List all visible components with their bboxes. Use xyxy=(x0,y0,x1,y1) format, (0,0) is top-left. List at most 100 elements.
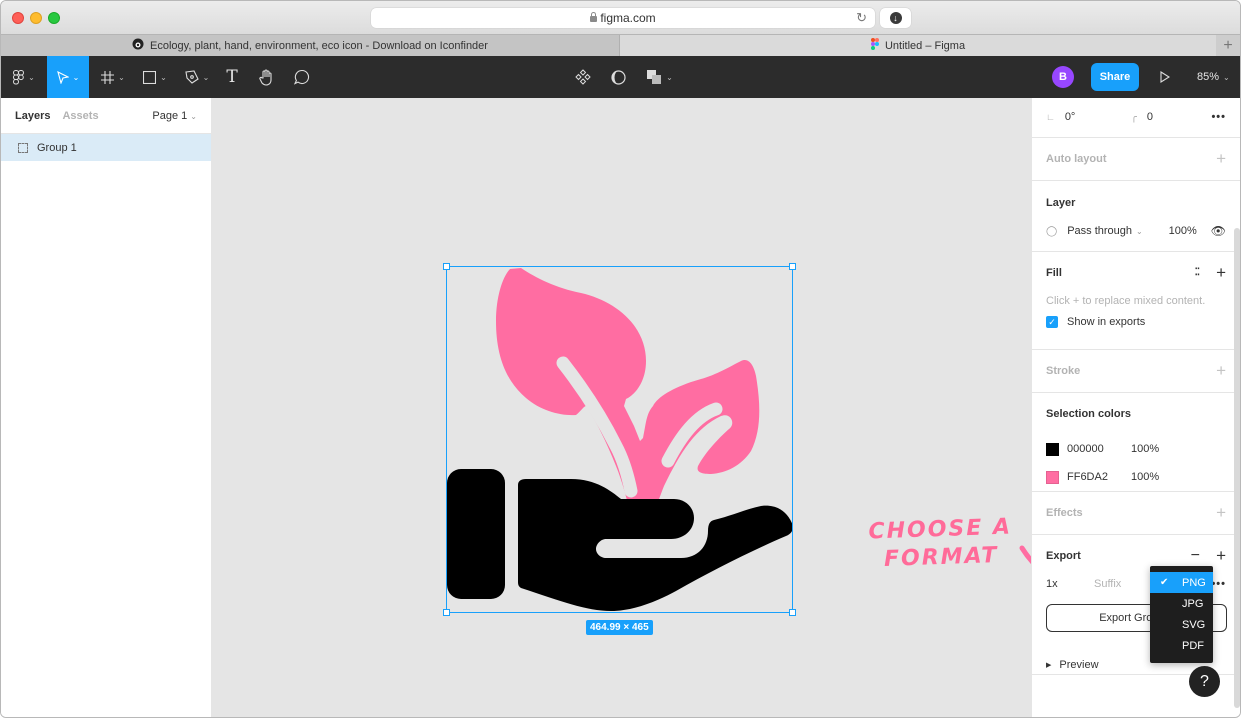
downloads-button[interactable]: ↓ xyxy=(880,8,911,28)
group-icon xyxy=(18,142,28,153)
format-option-svg[interactable]: SVG xyxy=(1150,614,1213,635)
chevron-down-icon: ⌄ xyxy=(72,72,80,82)
minimize-window-button[interactable] xyxy=(30,12,42,24)
add-stroke-icon[interactable]: + xyxy=(1216,361,1226,381)
resize-handle-top-right[interactable] xyxy=(789,263,796,270)
hand-tool-button[interactable] xyxy=(255,56,277,98)
create-component-button[interactable] xyxy=(573,56,593,98)
blend-mode-dropdown[interactable]: Pass through ⌄ xyxy=(1067,225,1143,237)
annotation-text: CHOOSE A FORMAT xyxy=(868,514,1013,575)
new-tab-button[interactable]: + xyxy=(1216,35,1240,56)
move-tool-button[interactable]: ⌄ xyxy=(47,56,89,98)
color-hex: FF6DA2 xyxy=(1067,471,1108,483)
design-canvas[interactable]: 464.99 × 465 CHOOSE A FORMAT xyxy=(212,98,1031,717)
url-text: figma.com xyxy=(600,11,656,25)
address-bar[interactable]: figma.com ↻ xyxy=(371,8,875,28)
shape-tool-button[interactable]: ⌄ xyxy=(139,56,171,98)
selection-color-row[interactable]: 000000 100% xyxy=(1046,435,1228,463)
add-export-icon[interactable]: + xyxy=(1216,546,1226,566)
color-swatch[interactable] xyxy=(1046,442,1059,456)
browser-window: figma.com ↻ ↓ Ecology, plant, hand, envi… xyxy=(0,0,1241,718)
chevron-down-icon: ⌄ xyxy=(1136,227,1143,236)
pen-tool-button[interactable]: ⌄ xyxy=(181,56,213,98)
frame-tool-button[interactable]: ⌄ xyxy=(95,56,131,98)
remove-export-icon[interactable]: − xyxy=(1191,547,1200,565)
user-avatar[interactable]: B xyxy=(1052,66,1074,88)
download-icon: ↓ xyxy=(889,12,902,24)
add-auto-layout-icon[interactable]: + xyxy=(1216,149,1226,169)
text-tool-button[interactable]: T xyxy=(221,56,243,98)
mask-button[interactable] xyxy=(608,56,628,98)
selection-color-row[interactable]: FF6DA2 100% xyxy=(1046,463,1228,491)
maximize-window-button[interactable] xyxy=(48,12,60,24)
stroke-section: Stroke + xyxy=(1032,350,1240,393)
stroke-section-title: Stroke xyxy=(1046,365,1081,377)
corner-radius-input[interactable]: 0 xyxy=(1147,111,1153,123)
selection-dimensions-label: 464.99 × 465 xyxy=(586,620,653,635)
color-swatch[interactable] xyxy=(1046,470,1059,484)
auto-layout-title: Auto layout xyxy=(1046,153,1107,165)
layer-opacity-input[interactable]: 100% xyxy=(1169,225,1197,237)
resize-handle-top-left[interactable] xyxy=(443,263,450,270)
triangle-right-icon: ▶ xyxy=(1046,662,1052,669)
export-suffix-input[interactable]: Suffix xyxy=(1094,578,1121,590)
add-fill-icon[interactable]: + xyxy=(1216,263,1226,283)
format-option-png[interactable]: ✔ PNG xyxy=(1150,572,1213,593)
main-menu-button[interactable]: ⌄ xyxy=(1,56,47,98)
annotation-line-2: FORMAT xyxy=(883,543,999,572)
browser-titlebar: figma.com ↻ ↓ xyxy=(1,1,1240,34)
export-more-options-icon[interactable]: ••• xyxy=(1211,578,1226,590)
format-option-pdf[interactable]: PDF xyxy=(1150,635,1213,656)
show-in-exports-checkbox[interactable]: ✓ xyxy=(1046,316,1058,328)
close-window-button[interactable] xyxy=(12,12,24,24)
effects-section: Effects + xyxy=(1032,492,1240,535)
lock-icon xyxy=(590,12,598,22)
tab-figma[interactable]: Untitled – Figma xyxy=(620,35,1217,56)
selection-bounding-box[interactable] xyxy=(443,263,796,616)
boolean-operations-button[interactable]: ⌄ xyxy=(644,56,676,98)
help-button[interactable]: ? xyxy=(1189,666,1220,697)
export-scale-input[interactable]: 1x xyxy=(1046,578,1094,590)
tab-assets[interactable]: Assets xyxy=(62,110,98,122)
add-effect-icon[interactable]: + xyxy=(1216,503,1226,523)
tab-iconfinder[interactable]: Ecology, plant, hand, environment, eco i… xyxy=(1,35,620,56)
tab-label: Ecology, plant, hand, environment, eco i… xyxy=(150,39,488,52)
move-arrow-icon xyxy=(56,70,69,84)
eye-icon[interactable]: 👁 xyxy=(1211,224,1226,238)
properties-scrollbar[interactable] xyxy=(1234,228,1240,708)
reload-icon[interactable]: ↻ xyxy=(856,10,867,26)
blend-mode-value: Pass through xyxy=(1067,225,1133,237)
chevron-down-icon: ⌄ xyxy=(202,72,210,82)
fill-mixed-message: Click + to replace mixed content. xyxy=(1046,295,1206,307)
chevron-down-icon: ⌄ xyxy=(28,72,35,82)
tab-layers[interactable]: Layers xyxy=(15,110,50,122)
rotation-input[interactable]: 0° xyxy=(1065,111,1131,123)
zoom-level-dropdown[interactable]: 85% ⌄ xyxy=(1197,56,1230,98)
layer-name: Group 1 xyxy=(37,141,77,154)
format-option-jpg[interactable]: JPG xyxy=(1150,593,1213,614)
effects-section-title: Effects xyxy=(1046,507,1083,519)
page-selector[interactable]: Page 1 ⌄ xyxy=(152,110,197,122)
iconfinder-favicon-icon xyxy=(132,38,144,53)
color-hex: 000000 xyxy=(1067,443,1104,455)
chevron-down-icon: ⌄ xyxy=(190,111,197,121)
layer-item-group-1[interactable]: Group 1 xyxy=(1,134,211,161)
blend-mode-icon: ◯ xyxy=(1046,225,1058,237)
rotation-icon: ∟ xyxy=(1046,112,1055,122)
more-options-icon[interactable]: ••• xyxy=(1211,111,1226,123)
share-button[interactable]: Share xyxy=(1091,63,1139,91)
comment-tool-button[interactable] xyxy=(291,56,313,98)
color-opacity: 100% xyxy=(1131,471,1160,483)
layers-panel: Layers Assets Page 1 ⌄ Group 1 xyxy=(1,98,212,717)
present-button[interactable] xyxy=(1151,56,1179,98)
zoom-level-value: 85% xyxy=(1197,71,1220,83)
auto-layout-section: Auto layout + xyxy=(1032,138,1240,181)
component-icon xyxy=(575,69,591,85)
figma-favicon-icon xyxy=(870,38,879,53)
browser-tab-bar: Ecology, plant, hand, environment, eco i… xyxy=(1,34,1240,56)
transform-section: ∟ 0° ╭ 0 ••• xyxy=(1032,98,1240,138)
style-grid-icon[interactable]: ⁚⁚ xyxy=(1195,268,1200,278)
resize-handle-bottom-left[interactable] xyxy=(443,609,450,616)
resize-handle-bottom-right[interactable] xyxy=(789,609,796,616)
preview-toggle[interactable]: Preview xyxy=(1059,659,1098,671)
